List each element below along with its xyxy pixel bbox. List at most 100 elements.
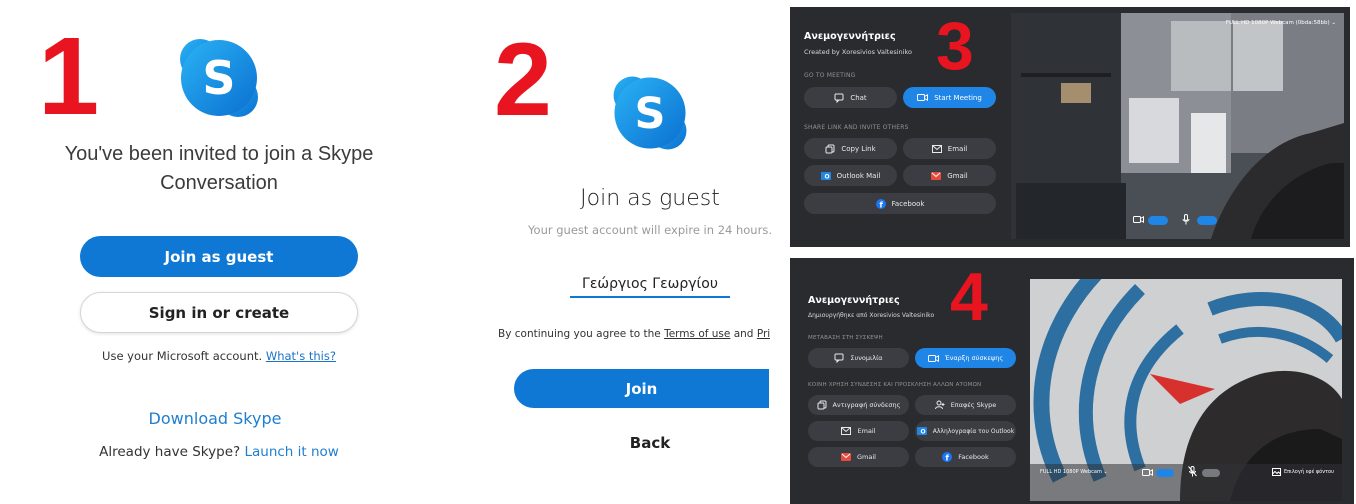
gmail-label: Gmail (947, 171, 968, 180)
chat-button[interactable]: Συνομιλία (808, 348, 909, 368)
facebook-label: Facebook (958, 453, 989, 461)
email-label: Email (857, 427, 876, 435)
camera-preview: FULL HD 1080P Webcam (0bda:58bb) ⌄ (1011, 13, 1344, 239)
video-camera-icon (927, 354, 939, 362)
email-button[interactable]: Email (808, 421, 909, 441)
start-meeting-label: Έναρξη σύσκεψης (944, 354, 1004, 362)
background-effects-button[interactable]: Επιλογή εφέ φόντου (1271, 468, 1334, 476)
invite-title: You've been invited to join a Skype Conv… (64, 143, 374, 194)
gmail-button[interactable]: Gmail (903, 165, 996, 186)
copy-icon (825, 144, 835, 153)
outlook-mail-button[interactable]: O Αλληλογραφία του Outlook (915, 421, 1016, 441)
join-as-guest-title: Join as guest (580, 186, 720, 211)
panel-meeting-en: Ανεμογεννήτριες Created by Xoresivios Va… (790, 7, 1350, 247)
microphone-toggle[interactable] (1197, 216, 1217, 225)
microphone-muted-icon (1188, 466, 1197, 477)
guest-expiry-note: Your guest account will expire in 24 hou… (528, 223, 772, 237)
facebook-icon: f (875, 198, 886, 209)
facebook-icon: f (942, 452, 953, 462)
start-meeting-button[interactable]: Start Meeting (903, 87, 996, 108)
chat-label: Chat (850, 93, 867, 102)
email-icon (931, 144, 942, 153)
svg-text:O: O (824, 173, 829, 180)
already-have-text: Already have Skype? (99, 444, 241, 460)
launch-it-now-link[interactable]: Launch it now (244, 444, 338, 460)
terms-line: By continuing you agree to the Terms of … (498, 328, 770, 340)
chat-icon (834, 353, 844, 363)
join-as-guest-button[interactable]: Join as guest (80, 236, 358, 277)
copy-link-button[interactable]: Αντιγραφή σύνδεσης (808, 395, 909, 415)
gmail-label: Gmail (857, 453, 876, 461)
microsoft-account-text: Use your Microsoft account. (102, 349, 263, 363)
share-link-label: SHARE LINK AND INVITE OTHERS (804, 124, 909, 131)
svg-text:f: f (946, 454, 950, 462)
outlook-mail-label: Outlook Mail (836, 171, 881, 180)
terms-of-use-link[interactable]: Terms of use (664, 328, 730, 340)
chat-button[interactable]: Chat (804, 87, 897, 108)
copy-link-button[interactable]: Copy Link (804, 138, 897, 159)
meeting-title: Ανεμογεννήτριες (808, 295, 900, 306)
outlook-icon: O (820, 171, 831, 180)
skype-logo-icon: S (180, 39, 258, 117)
panel-meeting-el: Ανεμογεννήτριες Δημιουργήθηκε από Xoresi… (790, 258, 1354, 504)
microphone-toggle[interactable] (1202, 469, 1220, 477)
chat-label: Συνομιλία (850, 354, 883, 362)
webcam-label: FULL HD 1080P Webcam (1040, 469, 1102, 475)
privacy-statement-link[interactable]: Privacy stat (757, 328, 770, 340)
sign-in-or-create-button[interactable]: Sign in or create (80, 292, 358, 333)
whats-this-link[interactable]: What's this? (266, 349, 336, 363)
download-skype-link[interactable]: Download Skype (120, 409, 310, 428)
go-to-meeting-label: GO TO MEETING (804, 72, 856, 79)
terms-prefix: By continuing you agree to the (498, 328, 661, 340)
gmail-icon (841, 453, 852, 461)
facebook-button[interactable]: f Facebook (804, 193, 996, 214)
webcam-selector[interactable]: FULL HD 1080P Webcam (0bda:58bb) ⌄ (1226, 20, 1336, 26)
gmail-button[interactable]: Gmail (808, 447, 909, 467)
email-label: Email (947, 144, 968, 153)
outlook-icon: O (916, 427, 927, 436)
go-to-meeting-label: ΜΕΤΑΒΑΣΗ ΣΤΗ ΣΥΣΚΕΨΗ (808, 335, 883, 341)
svg-text:S: S (202, 51, 235, 105)
step-number-2: 2 (494, 22, 552, 138)
skype-contacts-label: Επαφές Skype (950, 401, 997, 409)
share-link-label: ΚΟΙΝΗ ΧΡΗΣΗ ΣΥΝΔΕΣΗΣ ΚΑΙ ΠΡΟΣΚΛΗΣΗ ΑΛΛΩΝ… (808, 382, 982, 388)
webcam-selector[interactable]: FULL HD 1080P Webcam ⌄ (1040, 469, 1108, 475)
camera-toggle-icon (1142, 468, 1153, 477)
back-button[interactable]: Back (610, 434, 690, 452)
facebook-label: Facebook (891, 199, 925, 208)
skype-contacts-button[interactable]: Επαφές Skype (915, 395, 1016, 415)
outlook-mail-button[interactable]: O Outlook Mail (804, 165, 897, 186)
microsoft-account-line: Use your Microsoft account. What's this? (80, 349, 358, 363)
chevron-down-icon: ⌄ (1103, 469, 1108, 475)
skype-logo-icon: S (613, 76, 687, 150)
meeting-title: Ανεμογεννήτριες (804, 31, 896, 42)
join-button[interactable]: Join (514, 369, 769, 408)
copy-link-label: Copy Link (841, 144, 876, 153)
chevron-down-icon: ⌄ (1331, 20, 1336, 26)
meeting-creator: Δημιουργήθηκε από Xoresivios Valtesiniko (808, 312, 935, 319)
background-effects-icon (1271, 468, 1281, 476)
meeting-creator: Created by Xoresivios Valtesiniko (804, 48, 912, 56)
copy-icon (817, 400, 826, 410)
svg-text:f: f (879, 200, 883, 208)
email-button[interactable]: Email (903, 138, 996, 159)
step-number-1: 1 (38, 15, 100, 138)
start-meeting-button[interactable]: Έναρξη σύσκεψης (915, 348, 1016, 368)
add-contact-icon (934, 400, 945, 410)
outlook-mail-label: Αλληλογραφία του Outlook (932, 427, 1015, 435)
copy-link-label: Αντιγραφή σύνδεσης (832, 401, 901, 409)
camera-toggle[interactable] (1148, 216, 1168, 225)
video-camera-icon (917, 93, 929, 102)
terms-and: and (733, 328, 754, 340)
webcam-label: FULL HD 1080P Webcam (0bda:58bb) (1225, 20, 1330, 26)
step-number-4: 4 (950, 259, 988, 335)
guest-name-input[interactable] (570, 272, 730, 298)
camera-toggle[interactable] (1156, 469, 1174, 477)
camera-toggle-icon (1133, 215, 1144, 224)
microphone-icon (1182, 214, 1190, 225)
background-effects-label: Επιλογή εφέ φόντου (1283, 469, 1334, 475)
step-number-3: 3 (936, 8, 974, 84)
svg-text:S: S (635, 89, 666, 139)
facebook-button[interactable]: f Facebook (915, 447, 1016, 467)
already-have-skype-line: Already have Skype? Launch it now (80, 444, 358, 460)
